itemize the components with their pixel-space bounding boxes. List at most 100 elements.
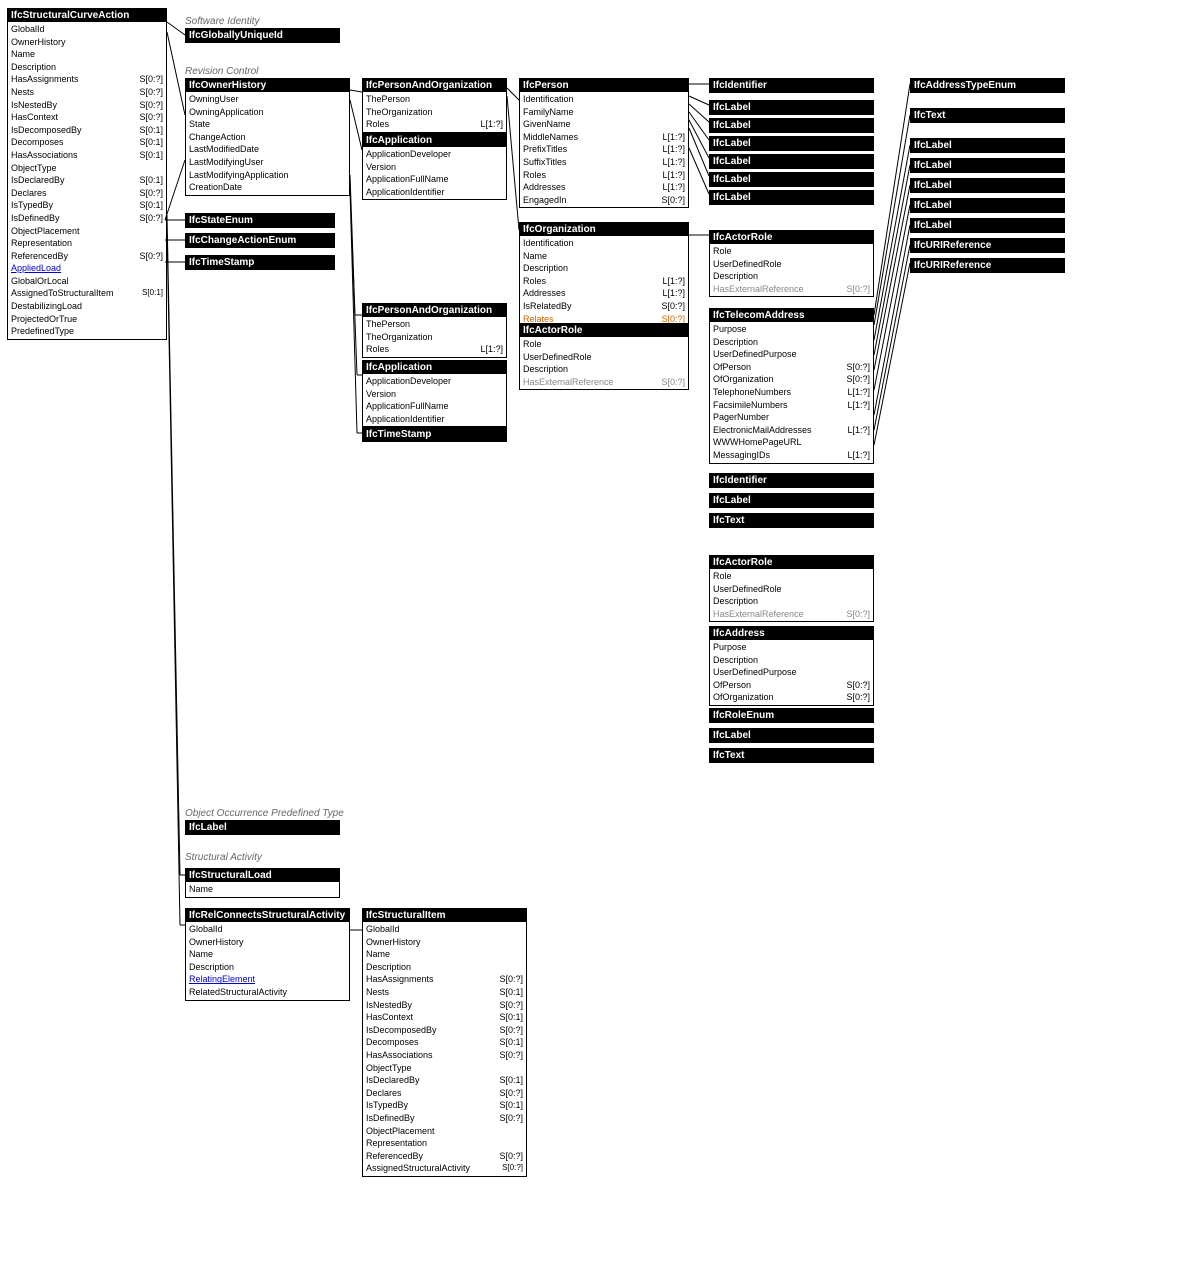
field-objecttype: ObjectType [11, 162, 163, 175]
f-hasextref1: HasExternalReferenceS[0:?] [523, 376, 685, 389]
box-ifc-text-3: IfcText [910, 108, 1065, 123]
f-owninguser: OwningUser [189, 93, 346, 106]
box-header: IfcRelConnectsStructuralActivity [186, 909, 349, 922]
box-ifc-application-1: IfcApplication ApplicationDeveloper Vers… [362, 133, 507, 200]
f-owningapp: OwningApplication [189, 106, 346, 119]
box-body: Role UserDefinedRole Description HasExte… [520, 337, 688, 389]
f-org-isrelatedby: IsRelatedByS[0:?] [523, 300, 685, 313]
box-header: IfcActorRole [520, 324, 688, 337]
box-body: GlobalId OwnerHistory Name Description H… [363, 922, 526, 1176]
f-rc-ownerhistory: OwnerHistory [189, 936, 346, 949]
f-theperson: ThePerson [366, 93, 503, 106]
box-ifc-label-4: IfcLabel [709, 154, 874, 169]
box-header: IfcLabel [911, 159, 1064, 172]
box-ifc-label-6: IfcLabel [709, 190, 874, 205]
box-ifc-owner-history: IfcOwnerHistory OwningUser OwningApplica… [185, 78, 350, 196]
box-header: IfcLabel [186, 821, 339, 834]
box-header: IfcChangeActionEnum [186, 234, 334, 247]
box-ifc-label-9: IfcLabel [910, 138, 1065, 153]
f-identification: Identification [523, 93, 685, 106]
box-body: Name [186, 882, 339, 897]
box-ifc-label-13: IfcLabel [910, 218, 1065, 233]
f-theperson2: ThePerson [366, 318, 503, 331]
f-ta-oforg: OfOrganizationS[0:?] [713, 373, 870, 386]
f-theorganization: TheOrganization [366, 106, 503, 119]
f-si-isdeclaredby: IsDeclaredByS[0:1] [366, 1074, 523, 1087]
f-lastmodifyingapp: LastModifyingApplication [189, 169, 346, 182]
f-lastmodifyinguser: LastModifyingUser [189, 156, 346, 169]
f-desc1: Description [523, 363, 685, 376]
f-org-addresses: AddressesL[1:?] [523, 287, 685, 300]
box-body: Purpose Description UserDefinedPurpose O… [710, 640, 873, 705]
box-body: GlobalId OwnerHistory Name Description R… [186, 922, 349, 1000]
box-header: IfcLabel [911, 219, 1064, 232]
box-header: IfcPersonAndOrganization [363, 304, 506, 317]
f-org-name: Name [523, 250, 685, 263]
box-ifc-label-2: IfcLabel [709, 118, 874, 133]
f-ta-telnums: TelephoneNumbersL[1:?] [713, 386, 870, 399]
box-header: IfcURIReference [911, 259, 1064, 272]
box-ifc-text-2: IfcText [709, 748, 874, 763]
box-header: IfcText [710, 514, 873, 527]
f-ta-faxnums: FacsimileNumbersL[1:?] [713, 399, 870, 412]
box-ifc-text-1: IfcText [709, 513, 874, 528]
box-header: IfcOwnerHistory [186, 79, 349, 92]
box-header: IfcLabel [710, 494, 873, 507]
f-role3: Role [713, 570, 870, 583]
box-header: IfcTelecomAddress [710, 309, 873, 322]
f-addr-userdefpurpose: UserDefinedPurpose [713, 666, 870, 679]
f-rc-relatedstructural: RelatedStructuralActivity [189, 986, 346, 999]
box-header: IfcAddressTypeEnum [911, 79, 1064, 92]
box-ifc-label-7: IfcLabel [709, 493, 874, 508]
f-userdefinedrole1: UserDefinedRole [523, 351, 685, 364]
box-header: IfcLabel [710, 173, 873, 186]
field-projectedortrue: ProjectedOrTrue [11, 313, 163, 326]
box-ifc-role-enum: IfcRoleEnum [709, 708, 874, 723]
f-rc-description: Description [189, 961, 346, 974]
box-header: IfcLabel [710, 119, 873, 132]
box-body: Identification FamilyName GivenName Midd… [520, 92, 688, 207]
box-header: IfcLabel [710, 191, 873, 204]
box-ifc-label-main: IfcLabel [185, 820, 340, 835]
box-ifc-globally-unique-id: IfcGloballyUniqueId [185, 28, 340, 43]
f-si-representation: Representation [366, 1137, 523, 1150]
f-ta-emailaddrs: ElectronicMailAddressesL[1:?] [713, 424, 870, 437]
box-ifc-label-11: IfcLabel [910, 178, 1065, 193]
box-body: ApplicationDeveloper Version Application… [363, 147, 506, 199]
box-header: IfcText [710, 749, 873, 762]
box-ifc-time-stamp-2: IfcTimeStamp [362, 427, 507, 442]
box-header: IfcAddress [710, 627, 873, 640]
field-objectplacement: ObjectPlacement [11, 225, 163, 238]
f-creationdate: CreationDate [189, 181, 346, 194]
box-ifc-actor-role-2: IfcActorRole Role UserDefinedRole Descri… [709, 230, 874, 297]
f-appid2: ApplicationIdentifier [366, 413, 503, 426]
f-si-nests: NestsS[0:1] [366, 986, 523, 999]
f-org-identification: Identification [523, 237, 685, 250]
field-description: Description [11, 61, 163, 74]
box-header: IfcActorRole [710, 556, 873, 569]
field-decomposes: DecomposesS[0:1] [11, 136, 163, 149]
f-ta-pagernum: PagerNumber [713, 411, 870, 424]
box-header: IfcApplication [363, 361, 506, 374]
box-header: IfcLabel [710, 137, 873, 150]
box-ifc-person-and-org-2: IfcPersonAndOrganization ThePerson TheOr… [362, 303, 507, 358]
box-ifc-state-enum: IfcStateEnum [185, 213, 335, 228]
section-revision-control: Revision Control [185, 66, 258, 77]
f-si-isdecomposedby: IsDecomposedByS[0:?] [366, 1024, 523, 1037]
box-ifc-person: IfcPerson Identification FamilyName Give… [519, 78, 689, 208]
f-si-isdefinedby: IsDefinedByS[0:?] [366, 1112, 523, 1125]
f-desc3: Description [713, 595, 870, 608]
f-roles: RolesL[1:?] [366, 118, 503, 131]
f-theorg2: TheOrganization [366, 331, 503, 344]
box-header: IfcLabel [911, 199, 1064, 212]
f-role2: Role [713, 245, 870, 258]
box-header: IfcStructuralLoad [186, 869, 339, 882]
box-header: IfcText [911, 109, 1064, 122]
f-ta-ofperson: OfPersonS[0:?] [713, 361, 870, 374]
f-si-ownerhistory: OwnerHistory [366, 936, 523, 949]
box-body: GlobalId OwnerHistory Name Description H… [8, 22, 166, 339]
box-header: IfcLabel [710, 729, 873, 742]
field-destabilizingload: DestabilizingLoad [11, 300, 163, 313]
f-ta-wwwpage: WWWHomePageURL [713, 436, 870, 449]
box-header: IfcTimeStamp [363, 428, 506, 441]
